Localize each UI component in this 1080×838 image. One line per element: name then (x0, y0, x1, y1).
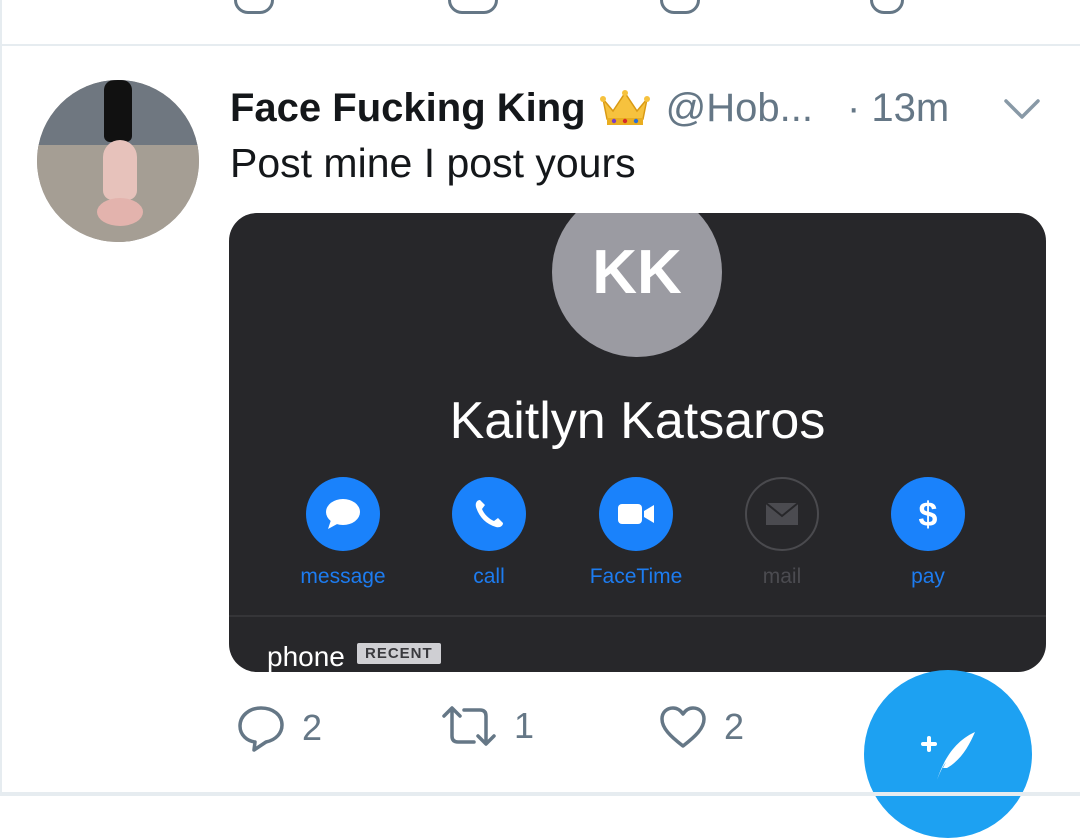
reply-count: 2 (302, 707, 323, 748)
bottom-divider (0, 792, 1080, 796)
retweet-count: 1 (514, 705, 535, 746)
phone-label: phone (267, 641, 345, 672)
like-button[interactable]: 2 (658, 704, 744, 750)
message-bubble-icon (306, 477, 380, 551)
recent-badge: RECENT (357, 643, 441, 664)
contact-action-facetime: FaceTime (576, 477, 696, 589)
left-divider (0, 0, 2, 796)
action-label-message: message (300, 565, 386, 588)
tweet-text: Post mine I post yours (230, 140, 636, 186)
reply-icon (238, 706, 284, 752)
chevron-down-icon[interactable] (1002, 96, 1042, 122)
reply-icon-partial[interactable] (234, 0, 274, 14)
contact-name: Kaitlyn Katsaros (449, 392, 826, 450)
envelope-icon (745, 477, 819, 551)
video-camera-icon (599, 477, 673, 551)
like-icon-partial[interactable] (660, 0, 700, 14)
action-label-facetime: FaceTime (589, 565, 683, 588)
crown-icon (599, 89, 650, 127)
action-label-pay: pay (911, 565, 945, 588)
display-name[interactable]: Face Fucking King (230, 86, 586, 131)
contact-initials-avatar: KK (552, 213, 722, 357)
phone-icon (452, 477, 526, 551)
user-avatar[interactable] (37, 80, 199, 242)
compose-feather-icon (921, 732, 975, 780)
retweet-button[interactable]: 1 (440, 704, 534, 748)
retweet-icon (442, 706, 496, 746)
card-divider (229, 615, 1046, 617)
share-icon-partial[interactable] (870, 0, 904, 14)
contact-action-mail: mail (722, 477, 842, 589)
contact-action-pay: $ pay (868, 477, 988, 589)
compose-tweet-button[interactable] (864, 670, 1032, 838)
action-label-call: call (473, 565, 505, 588)
action-label-mail: mail (762, 565, 802, 588)
contact-action-call: call (429, 477, 549, 589)
contact-action-message: message (283, 477, 403, 589)
heart-icon (660, 706, 706, 748)
previous-tweet-actions (0, 0, 1080, 46)
user-handle[interactable]: @Hob... (666, 86, 813, 131)
svg-text:$: $ (919, 496, 938, 534)
dollar-icon: $ (891, 477, 965, 551)
reply-button[interactable]: 2 (236, 704, 322, 752)
tweet-timestamp[interactable]: · 13m (847, 86, 949, 131)
retweet-icon-partial[interactable] (448, 0, 498, 14)
like-count: 2 (724, 706, 745, 747)
tweet-media-image[interactable]: KK Kaitlyn Katsaros message call FaceTim… (229, 213, 1046, 672)
tweet-header: Face Fucking King @Hob... · 13m (230, 82, 949, 134)
